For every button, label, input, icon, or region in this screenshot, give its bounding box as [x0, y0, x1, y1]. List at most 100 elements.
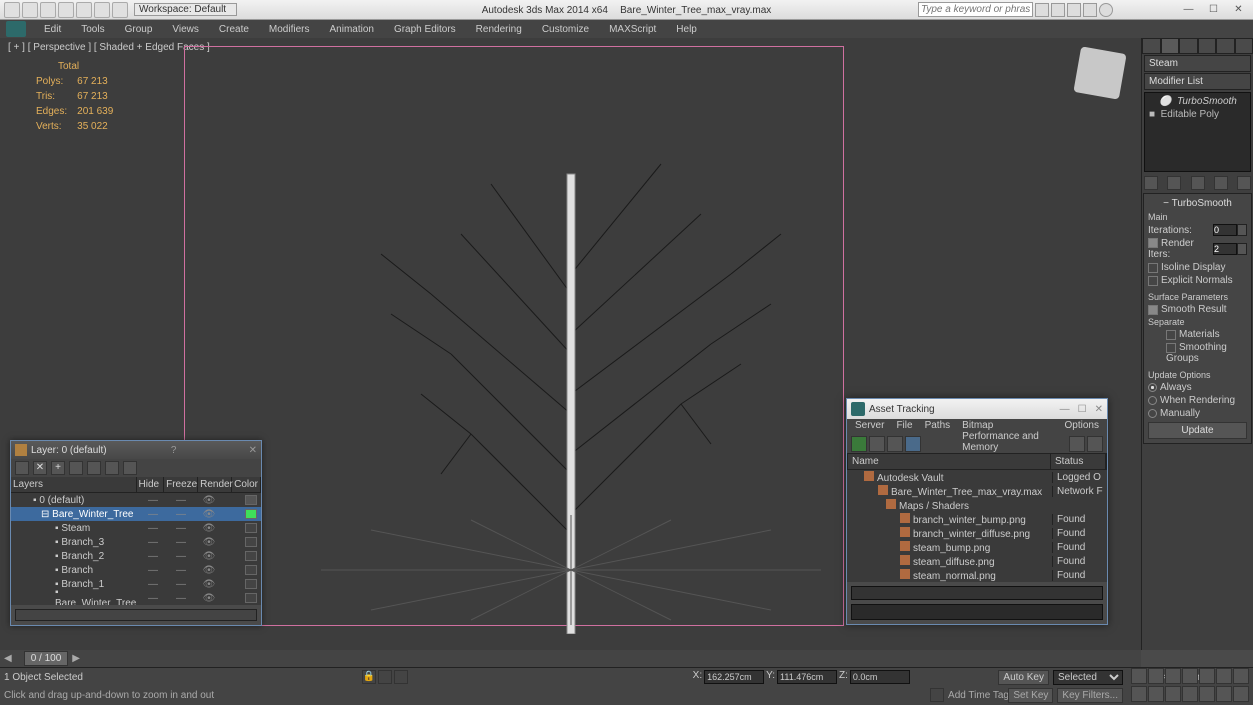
- subscription-icon[interactable]: [1051, 3, 1065, 17]
- iterations-field[interactable]: [1213, 224, 1237, 236]
- layer-row[interactable]: ▪ 0 (default)——👁: [11, 493, 261, 507]
- snap-icon[interactable]: [378, 670, 392, 684]
- layer-row[interactable]: ▪ Bare_Winter_Tree——👁: [11, 591, 261, 605]
- asset-titlebar[interactable]: Asset Tracking — ☐ ✕: [847, 399, 1107, 419]
- qat-link-icon[interactable]: [94, 2, 110, 18]
- layer-row[interactable]: ⊟ Bare_Winter_Tree——👁: [11, 507, 261, 521]
- nav-orbit-icon[interactable]: [1216, 686, 1232, 702]
- asset-menu-options[interactable]: Options: [1061, 419, 1103, 435]
- time-config-icon[interactable]: [1233, 668, 1249, 684]
- nav-maximize-icon[interactable]: [1233, 686, 1249, 702]
- workspace-dropdown[interactable]: Workspace: Default: [134, 3, 237, 16]
- tab-create-icon[interactable]: [1142, 38, 1161, 54]
- modifier-stack[interactable]: ⚪ TurboSmooth ■ Editable Poly: [1144, 92, 1251, 172]
- keyfilter-select[interactable]: Selected: [1053, 670, 1123, 685]
- y-field[interactable]: [777, 670, 837, 684]
- asset-row[interactable]: Bare_Winter_Tree_max_vray.maxNetwork F: [847, 484, 1107, 498]
- nav-zoomext-icon[interactable]: [1199, 686, 1215, 702]
- asset-view3-icon[interactable]: [905, 436, 921, 452]
- layer-row[interactable]: ▪ Branch——👁: [11, 563, 261, 577]
- menu-customize[interactable]: Customize: [534, 22, 597, 37]
- menu-maxscript[interactable]: MAXScript: [601, 22, 664, 37]
- add-time-tag[interactable]: Add Time Tag: [948, 690, 1009, 701]
- menu-create[interactable]: Create: [211, 22, 257, 37]
- play-icon[interactable]: [1165, 668, 1181, 684]
- autokey-button[interactable]: Auto Key: [998, 670, 1049, 685]
- asset-menu-file[interactable]: File: [892, 419, 916, 435]
- lock-sel-icon[interactable]: 🔒: [362, 670, 376, 684]
- viewcube-icon[interactable]: [1073, 46, 1126, 99]
- iterations-spinner[interactable]: [1237, 224, 1247, 236]
- asset-list[interactable]: Autodesk VaultLogged OBare_Winter_Tree_m…: [847, 470, 1107, 582]
- explicit-check[interactable]: [1148, 276, 1158, 286]
- layer-help-icon[interactable]: ?: [171, 445, 177, 456]
- asset-maximize-icon[interactable]: ☐: [1078, 404, 1087, 415]
- tab-hierarchy-icon[interactable]: [1179, 38, 1198, 54]
- tab-modify-icon[interactable]: [1161, 38, 1180, 54]
- asset-close-icon[interactable]: ✕: [1095, 404, 1103, 415]
- qat-new-icon[interactable]: [4, 2, 20, 18]
- menu-help[interactable]: Help: [668, 22, 705, 37]
- setkey-button[interactable]: Set Key: [1008, 688, 1053, 703]
- asset-row[interactable]: Autodesk VaultLogged O: [847, 470, 1107, 484]
- nav-fov-icon[interactable]: [1182, 686, 1198, 702]
- hide-unhide-icon[interactable]: [105, 461, 119, 475]
- rollout-header[interactable]: − TurboSmooth: [1146, 196, 1249, 211]
- layer-close-icon[interactable]: ✕: [249, 445, 257, 456]
- nav-zoomall-icon[interactable]: [1165, 686, 1181, 702]
- render-iters-field[interactable]: [1213, 243, 1237, 255]
- asset-row[interactable]: steam_normal.pngFound: [847, 568, 1107, 582]
- col-hide[interactable]: Hide: [137, 477, 165, 492]
- col-status[interactable]: Status: [1051, 454, 1106, 469]
- search-icon[interactable]: [1035, 3, 1049, 17]
- show-end-icon[interactable]: [1167, 176, 1181, 190]
- asset-view1-icon[interactable]: [869, 436, 885, 452]
- menu-animation[interactable]: Animation: [321, 22, 381, 37]
- maximize-icon[interactable]: ☐: [1201, 2, 1226, 18]
- goto-start-icon[interactable]: [1131, 668, 1147, 684]
- help-icon[interactable]: [1099, 3, 1113, 17]
- new-layer-icon[interactable]: [15, 461, 29, 475]
- update-button[interactable]: Update: [1148, 422, 1247, 439]
- search-input[interactable]: [918, 2, 1033, 17]
- render-iters-spinner[interactable]: [1237, 243, 1247, 255]
- col-color[interactable]: Color: [232, 477, 261, 492]
- close-icon[interactable]: ✕: [1226, 2, 1251, 18]
- favorite-icon[interactable]: [1083, 3, 1097, 17]
- layer-row[interactable]: ▪ Steam——👁: [11, 521, 261, 535]
- freeze-icon[interactable]: [123, 461, 137, 475]
- object-name-field[interactable]: Steam: [1144, 55, 1251, 72]
- asset-row[interactable]: steam_bump.pngFound: [847, 540, 1107, 554]
- menu-tools[interactable]: Tools: [73, 22, 112, 37]
- configure-icon[interactable]: [1237, 176, 1251, 190]
- col-render[interactable]: Render: [198, 477, 232, 492]
- x-field[interactable]: [704, 670, 764, 684]
- asset-tracking-window[interactable]: Asset Tracking — ☐ ✕ Server File Paths B…: [846, 398, 1108, 625]
- col-freeze[interactable]: Freeze: [164, 477, 198, 492]
- menu-rendering[interactable]: Rendering: [468, 22, 530, 37]
- asset-row[interactable]: Maps / Shaders: [847, 498, 1107, 512]
- app-menu-icon[interactable]: [6, 21, 26, 37]
- sgroups-check[interactable]: [1166, 343, 1176, 353]
- when-render-radio[interactable]: [1148, 396, 1157, 405]
- unique-icon[interactable]: [1191, 176, 1205, 190]
- always-radio[interactable]: [1148, 383, 1157, 392]
- layer-scrollbar[interactable]: [15, 609, 257, 621]
- time-handle[interactable]: 0 / 100: [24, 651, 69, 666]
- slider-left-icon[interactable]: ◀: [4, 653, 12, 664]
- menu-graph-editors[interactable]: Graph Editors: [386, 22, 464, 37]
- tab-display-icon[interactable]: [1216, 38, 1235, 54]
- layer-manager-window[interactable]: Layer: 0 (default) ? ✕ ✕ + Layers Hide F…: [10, 440, 262, 626]
- layer-row[interactable]: ▪ Branch_3——👁: [11, 535, 261, 549]
- qat-unlink-icon[interactable]: [112, 2, 128, 18]
- menu-group[interactable]: Group: [117, 22, 161, 37]
- col-name[interactable]: Name: [848, 454, 1051, 469]
- qat-open-icon[interactable]: [22, 2, 38, 18]
- viewport-label[interactable]: [ + ] [ Perspective ] [ Shaded + Edged F…: [8, 42, 210, 53]
- delete-layer-icon[interactable]: ✕: [33, 461, 47, 475]
- keymode2-icon[interactable]: [1216, 668, 1232, 684]
- add-sel-icon[interactable]: +: [51, 461, 65, 475]
- col-layers[interactable]: Layers: [11, 477, 137, 492]
- tab-motion-icon[interactable]: [1198, 38, 1217, 54]
- asset-row[interactable]: steam_diffuse.pngFound: [847, 554, 1107, 568]
